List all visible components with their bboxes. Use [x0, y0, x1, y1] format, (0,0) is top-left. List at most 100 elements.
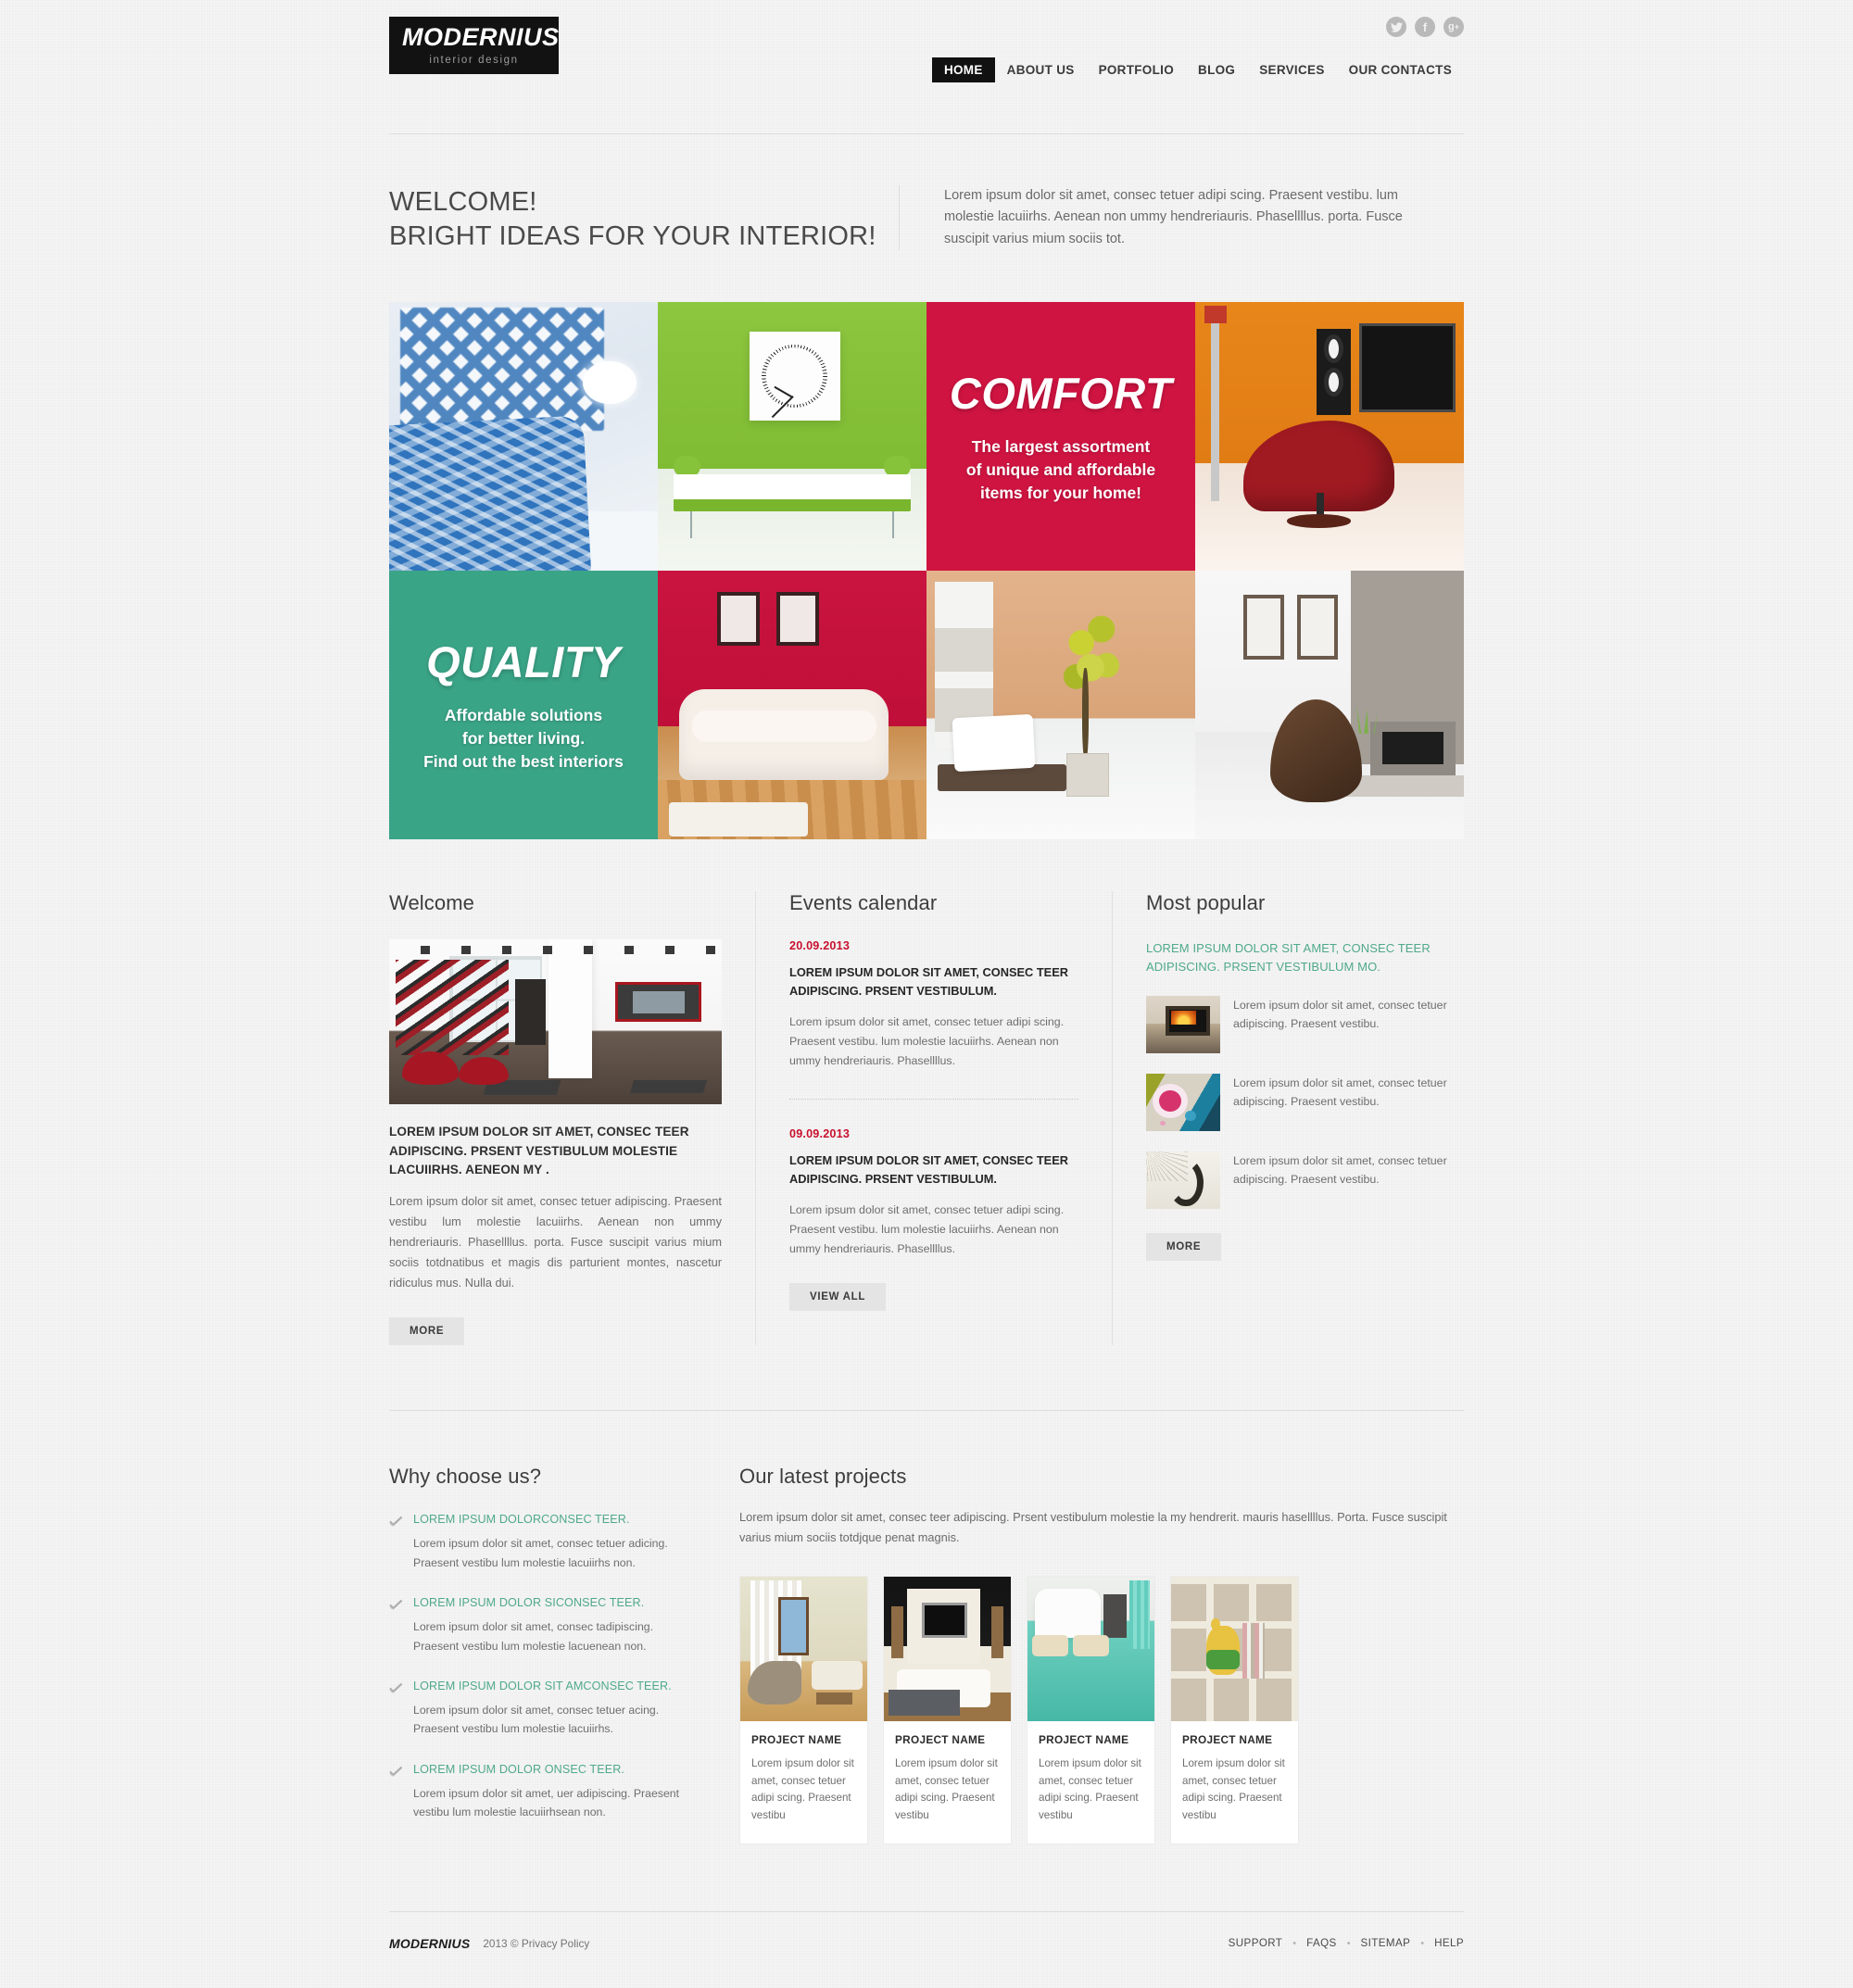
nav-item-services[interactable]: SERVICES: [1247, 57, 1336, 82]
why-item-title[interactable]: LOREM IPSUM DOLOR SICONSEC TEER.: [413, 1596, 686, 1609]
project-text: Lorem ipsum dolor sit amet, consec tetue…: [1039, 1757, 1141, 1822]
bottom-section: Why choose us? LOREM IPSUM DOLORCONSEC T…: [389, 1410, 1464, 1844]
gallery-tile-quality[interactable]: QUALITY Affordable solutions for better …: [389, 571, 658, 840]
popular-item-text: Lorem ipsum dolor sit amet, consec tetue…: [1233, 1154, 1447, 1187]
popular-item[interactable]: Lorem ipsum dolor sit amet, consec tetue…: [1146, 1151, 1464, 1210]
twitter-icon[interactable]: [1386, 17, 1406, 37]
project-card[interactable]: PROJECT NAME Lorem ipsum dolor sit amet,…: [883, 1576, 1012, 1844]
why-item-text: Lorem ipsum dolor sit amet, consec tetue…: [413, 1704, 660, 1736]
event-date: 20.09.2013: [789, 939, 851, 953]
event-text: Lorem ipsum dolor sit amet, consec tetue…: [789, 1015, 1065, 1068]
main-navigation: HOME ABOUT US PORTFOLIO BLOG SERVICES OU…: [931, 57, 1464, 82]
logo-title: MODERNIUS: [402, 23, 560, 51]
nav-item-blog[interactable]: BLOG: [1186, 57, 1247, 82]
page-title-line2: BRIGHT IDEAS FOR YOUR INTERIOR!: [389, 221, 876, 252]
logo-subtitle: interior design: [429, 55, 519, 66]
quality-line3: Find out the best interiors: [423, 752, 624, 772]
events-view-all-button[interactable]: VIEW ALL: [789, 1283, 887, 1312]
intro-section: WELCOME! BRIGHT IDEAS FOR YOUR INTERIOR!…: [389, 185, 1464, 254]
gallery-tile-white-fireplace[interactable]: [1195, 571, 1464, 840]
welcome-more-button[interactable]: MORE: [389, 1317, 465, 1346]
intro-text: Lorem ipsum dolor sit amet, consec tetue…: [899, 185, 1418, 251]
quality-heading: QUALITY: [426, 637, 621, 687]
popular-title: Most popular: [1146, 891, 1266, 915]
nav-item-home[interactable]: HOME: [931, 57, 995, 82]
projects-title: Our latest projects: [739, 1465, 907, 1489]
check-icon: [389, 1598, 403, 1615]
quality-line1: Affordable solutions: [444, 706, 603, 725]
gallery-tile-tan-plant[interactable]: [926, 571, 1195, 840]
floral-pillow-thumbnail[interactable]: [1146, 1074, 1220, 1132]
footer-separator: •: [1292, 1937, 1297, 1949]
project-card[interactable]: PROJECT NAME Lorem ipsum dolor sit amet,…: [1170, 1576, 1299, 1844]
nav-item-our-contacts[interactable]: OUR CONTACTS: [1337, 57, 1464, 82]
why-item-text: Lorem ipsum dolor sit amet, consec tetue…: [413, 1537, 668, 1569]
footer-link-sitemap[interactable]: SITEMAP: [1361, 1937, 1411, 1949]
project-thumbnail[interactable]: [884, 1577, 1011, 1722]
latest-projects-column: Our latest projects Lorem ipsum dolor si…: [723, 1465, 1464, 1844]
comfort-line3: items for your home!: [979, 484, 1142, 503]
why-item-title[interactable]: LOREM IPSUM DOLORCONSEC TEER.: [413, 1513, 686, 1526]
page-title-line1: WELCOME!: [389, 187, 537, 217]
comfort-line1: The largest assortment: [971, 437, 1151, 457]
event-title[interactable]: LOREM IPSUM DOLOR SIT AMET, CONSEC TEER …: [789, 963, 1078, 1000]
popular-headline-link[interactable]: LOREM IPSUM DOLOR SIT AMET, CONSEC TEER …: [1146, 939, 1464, 975]
project-thumbnail[interactable]: [1027, 1577, 1154, 1722]
nav-item-portfolio[interactable]: PORTFOLIO: [1087, 57, 1186, 82]
gallery-tile-orange-chair[interactable]: [1195, 302, 1464, 572]
site-logo[interactable]: MODERNIUS interior design: [389, 17, 559, 74]
gallery-tile-blue-pillows[interactable]: [389, 302, 658, 572]
popular-item[interactable]: Lorem ipsum dolor sit amet, consec tetue…: [1146, 1074, 1464, 1132]
site-header: MODERNIUS interior design f g + HOME ABOU…: [389, 0, 1464, 134]
social-links: f g +: [1386, 17, 1464, 37]
footer-separator: •: [1346, 1937, 1351, 1949]
project-card[interactable]: PROJECT NAME Lorem ipsum dolor sit amet,…: [1027, 1576, 1155, 1844]
event-item: 09.09.2013 LOREM IPSUM DOLOR SIT AMET, C…: [789, 1127, 1078, 1259]
nav-item-about-us[interactable]: ABOUT US: [995, 57, 1087, 82]
why-item-title[interactable]: LOREM IPSUM DOLOR SIT AMCONSEC TEER.: [413, 1680, 686, 1692]
gallery-tile-comfort[interactable]: COMFORT The largest assortment of unique…: [926, 302, 1195, 572]
project-text: Lorem ipsum dolor sit amet, consec tetue…: [1182, 1757, 1285, 1822]
page-title: WELCOME! BRIGHT IDEAS FOR YOUR INTERIOR!: [389, 185, 880, 254]
projects-intro: Lorem ipsum dolor sit amet, consec teer …: [739, 1510, 1447, 1545]
popular-item-text: Lorem ipsum dolor sit amet, consec tetue…: [1233, 1076, 1447, 1109]
gallery-tile-green-clock[interactable]: [658, 302, 926, 572]
project-name: PROJECT NAME: [1039, 1733, 1129, 1747]
popular-item-text: Lorem ipsum dolor sit amet, consec tetue…: [1233, 999, 1447, 1031]
footer-link-help[interactable]: HELP: [1434, 1937, 1464, 1949]
why-title: Why choose us?: [389, 1465, 542, 1489]
project-card[interactable]: PROJECT NAME Lorem ipsum dolor sit amet,…: [739, 1576, 868, 1844]
events-column: Events calendar 20.09.2013 LOREM IPSUM D…: [755, 891, 1113, 1346]
quality-line2: for better living.: [461, 729, 586, 749]
why-item-text: Lorem ipsum dolor sit amet, consec tadip…: [413, 1620, 654, 1653]
facebook-icon[interactable]: f: [1415, 17, 1435, 37]
check-icon: [389, 1765, 403, 1781]
event-date: 09.09.2013: [789, 1127, 851, 1141]
footer-separator: •: [1420, 1937, 1425, 1949]
footer-links: SUPPORT • FAQS • SITEMAP • HELP: [1229, 1937, 1464, 1949]
why-list-item: LOREM IPSUM DOLOR ONSEC TEER. Lorem ipsu…: [389, 1763, 686, 1822]
project-thumbnail[interactable]: [740, 1577, 867, 1722]
project-thumbnail[interactable]: [1171, 1577, 1298, 1722]
events-title: Events calendar: [789, 891, 938, 915]
sculpture-thumbnail[interactable]: [1146, 1151, 1220, 1210]
gallery-tile-red-sofa[interactable]: [658, 571, 926, 840]
footer-logo[interactable]: MODERNIUS: [389, 1936, 470, 1951]
popular-item[interactable]: Lorem ipsum dolor sit amet, consec tetue…: [1146, 996, 1464, 1054]
fireplace-thumbnail[interactable]: [1146, 996, 1220, 1054]
welcome-photo[interactable]: [389, 939, 722, 1105]
welcome-column: Welcome LOREM IPSUM DOLOR SIT AMET, CONS…: [389, 891, 755, 1346]
footer-link-faqs[interactable]: FAQS: [1306, 1937, 1337, 1949]
events-divider: [789, 1099, 1078, 1101]
popular-more-button[interactable]: MORE: [1146, 1233, 1222, 1262]
check-icon: [389, 1681, 403, 1698]
why-item-title[interactable]: LOREM IPSUM DOLOR ONSEC TEER.: [413, 1763, 686, 1776]
google-plus-icon[interactable]: g +: [1443, 17, 1464, 37]
popular-column: Most popular LOREM IPSUM DOLOR SIT AMET,…: [1113, 891, 1464, 1345]
check-icon: [389, 1515, 403, 1531]
welcome-body: Lorem ipsum dolor sit amet, consec tetue…: [389, 1194, 722, 1290]
welcome-title: Welcome: [389, 891, 474, 915]
footer-link-support[interactable]: SUPPORT: [1229, 1937, 1283, 1949]
comfort-line2: of unique and affordable: [965, 460, 1156, 480]
event-title[interactable]: LOREM IPSUM DOLOR SIT AMET, CONSEC TEER …: [789, 1151, 1078, 1188]
